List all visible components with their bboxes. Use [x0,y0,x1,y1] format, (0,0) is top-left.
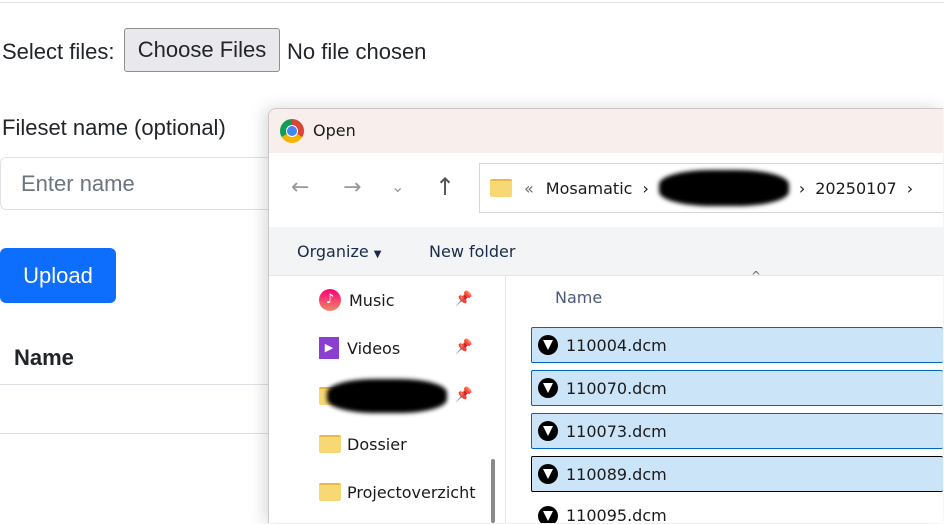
file-name: 110073.dcm [566,421,667,441]
table-divider [0,433,300,434]
organize-label: Organize [297,242,369,261]
recent-locations-icon[interactable]: ⌄ [391,177,404,196]
pin-icon: 📌 [455,387,473,403]
upload-button[interactable]: Upload [0,248,116,303]
nav-item-music[interactable]: ♪ Music [319,285,395,315]
breadcrumb-item[interactable]: Mosamatic [546,179,633,198]
open-file-dialog: Open ← → ⌄ ↑ « Mosamatic › › 20250107 › … [268,108,943,523]
nav-item-label: Projectoverzicht [347,482,476,502]
file-row[interactable]: 110004.dcm [531,327,943,363]
chrome-icon [280,119,304,143]
new-folder-button[interactable]: New folder [429,242,515,261]
breadcrumb-overflow[interactable]: « [524,179,534,198]
no-file-text: No file chosen [287,39,427,64]
folder-icon [319,483,341,501]
nav-item-videos[interactable]: ▶ Videos [319,333,400,363]
caret-down-icon: ▼ [373,249,382,260]
select-files-label: Select files: [2,39,115,64]
nav-item-label: Videos [347,338,401,358]
fileset-name-input[interactable]: Enter name [0,157,300,210]
pane-divider [505,275,506,523]
divider [0,2,944,3]
up-icon[interactable]: ↑ [435,173,455,201]
dicom-file-icon [538,464,558,484]
dialog-title: Open [313,121,356,140]
dicom-file-icon [538,506,558,523]
title-bar: Open [269,109,943,153]
organize-button[interactable]: Organize ▼ [297,242,381,261]
folder-icon [490,179,512,197]
file-row[interactable]: 110095.dcm [531,499,943,523]
sort-ascending-icon: ^ [751,269,762,283]
choose-files-button[interactable]: Choose Files [124,28,280,72]
dicom-file-icon [538,421,558,441]
back-icon[interactable]: ← [291,175,309,200]
nav-item-redacted[interactable] [319,379,447,413]
pin-icon: 📌 [455,339,473,355]
nav-item-projectoverzicht[interactable]: Projectoverzicht [319,477,475,507]
nav-scrollbar[interactable] [491,459,495,523]
chevron-right-icon[interactable]: › [799,179,805,198]
redacted-area [658,170,789,206]
breadcrumb-item[interactable]: 20250107 [815,179,896,198]
address-bar[interactable]: « Mosamatic › › 20250107 › [479,163,943,213]
nav-item-dossier[interactable]: Dossier [319,429,407,459]
nav-item-label: Dossier [347,434,407,454]
file-row[interactable]: 110070.dcm [531,370,943,406]
file-name: 110004.dcm [566,335,667,355]
chevron-right-icon[interactable]: › [907,179,913,198]
chevron-right-icon[interactable]: › [642,179,648,198]
fileset-label: Fileset name (optional) [2,115,226,140]
file-name: 110089.dcm [566,464,667,484]
file-row[interactable]: 110089.dcm [531,456,943,492]
nav-item-label: Music [349,290,395,310]
forward-icon[interactable]: → [343,175,361,200]
videos-icon: ▶ [319,337,339,359]
file-name: 110070.dcm [566,378,667,398]
dicom-file-icon [538,378,558,398]
toolbar: Organize ▼ New folder [269,227,943,276]
pin-icon: 📌 [455,291,473,307]
music-icon: ♪ [319,289,341,311]
dicom-file-icon [538,335,558,355]
file-row[interactable]: 110073.dcm [531,413,943,449]
column-header-name[interactable]: Name [555,288,602,307]
table-header-name: Name [14,345,74,370]
folder-icon [319,435,341,453]
table-divider [0,384,300,385]
file-name: 110095.dcm [566,506,667,523]
redacted-area [327,379,447,413]
